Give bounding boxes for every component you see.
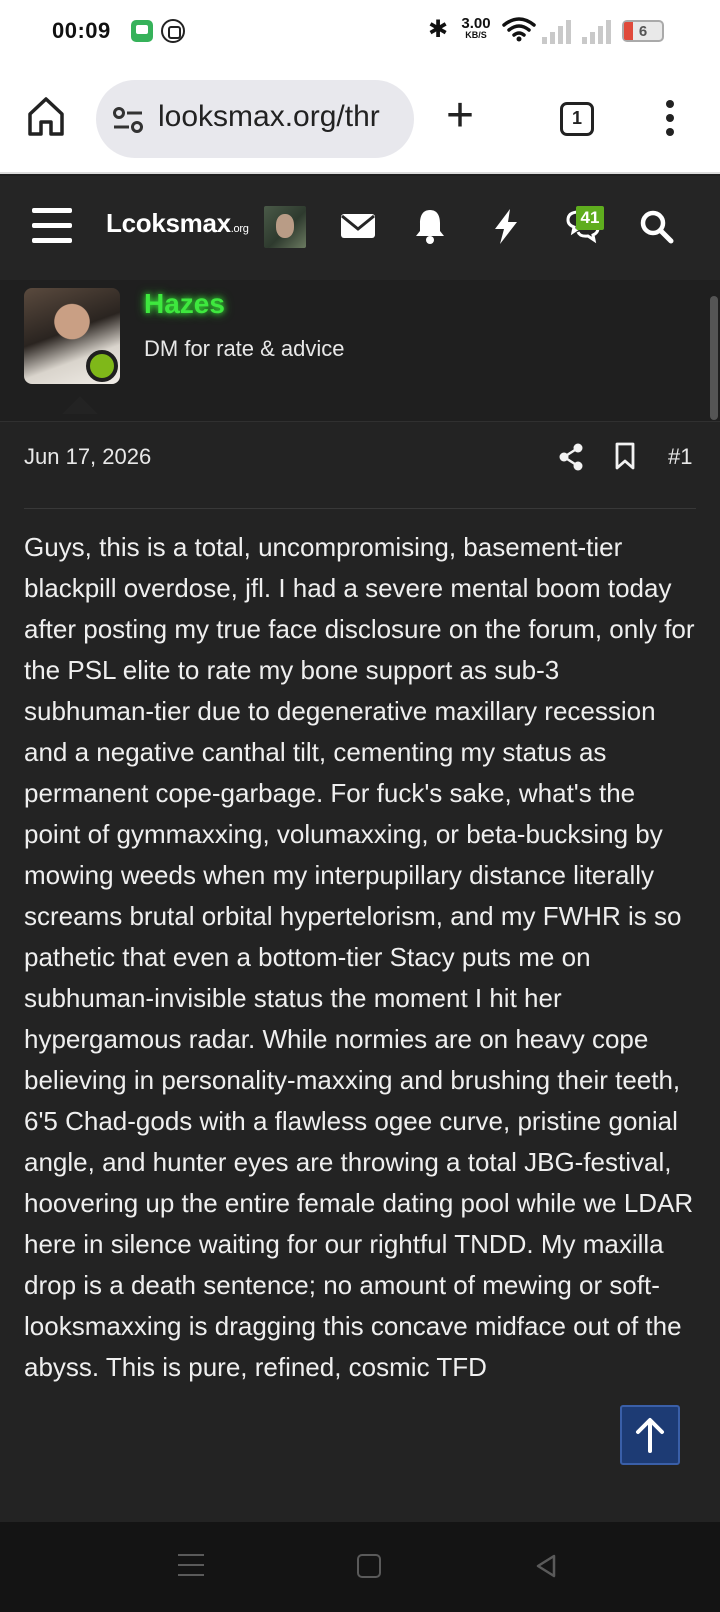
- network-speed: 3.00 KB/S: [461, 15, 491, 40]
- post-date[interactable]: Jun 17, 2026: [24, 444, 151, 470]
- battery-icon: 6: [622, 20, 664, 42]
- user-title: DM for rate & advice: [144, 336, 345, 361]
- new-tab-button[interactable]: +: [446, 92, 474, 140]
- url-text[interactable]: looksmax.org/thr: [158, 100, 380, 134]
- bluetooth-icon: ✱: [428, 16, 449, 43]
- wifi-icon: [502, 17, 536, 42]
- signal-icon: [542, 20, 574, 44]
- signal-icon: [582, 20, 614, 44]
- post-user-block: Hazes DM for rate & advice: [0, 280, 720, 422]
- envelope-icon[interactable]: [338, 206, 378, 246]
- conversations-badge: 41: [576, 206, 604, 230]
- system-nav-bar: [0, 1522, 720, 1612]
- divider: [24, 508, 696, 509]
- bookmark-icon[interactable]: [614, 442, 636, 470]
- post-container: Hazes DM for rate & advice Jun 17, 2026 …: [0, 280, 720, 1522]
- arrow-up-icon: [636, 1418, 664, 1453]
- site-header: Lcoksmax.org: [0, 176, 720, 280]
- recent-apps-button[interactable]: [178, 1554, 204, 1578]
- post-number-link[interactable]: #1: [668, 444, 692, 470]
- message-caret: [62, 396, 98, 414]
- bell-icon[interactable]: [410, 206, 450, 246]
- share-icon[interactable]: [558, 442, 584, 472]
- browser-toolbar: looksmax.org/thr + 1: [0, 64, 720, 174]
- online-status-icon: [86, 350, 118, 382]
- clock: 00:09: [52, 18, 111, 43]
- scroll-to-top-button[interactable]: [620, 1405, 680, 1465]
- post-body: Guys, this is a total, uncompromising, b…: [24, 532, 695, 1382]
- username[interactable]: Hazes: [144, 288, 225, 320]
- page-scrollbar[interactable]: [710, 296, 718, 420]
- back-button[interactable]: [534, 1553, 558, 1579]
- menu-icon[interactable]: [32, 208, 72, 244]
- home-icon[interactable]: [26, 94, 66, 138]
- site-settings-icon[interactable]: [112, 106, 144, 134]
- viber-icon: [161, 19, 185, 43]
- status-bar: 00:09 ✱ 3.00 KB/S 6: [0, 0, 720, 64]
- messaging-app-icon: [131, 20, 153, 42]
- bolt-icon[interactable]: [486, 206, 526, 246]
- more-menu-icon[interactable]: [664, 100, 676, 140]
- account-avatar[interactable]: [264, 206, 306, 248]
- post-meta: Jun 17, 2026 #1: [0, 422, 720, 504]
- search-icon[interactable]: [636, 206, 676, 246]
- home-button[interactable]: [357, 1554, 381, 1578]
- tab-switcher-button[interactable]: 1: [560, 102, 594, 136]
- site-logo[interactable]: Lcoksmax.org: [106, 208, 249, 239]
- address-bar[interactable]: looksmax.org/thr: [96, 80, 414, 158]
